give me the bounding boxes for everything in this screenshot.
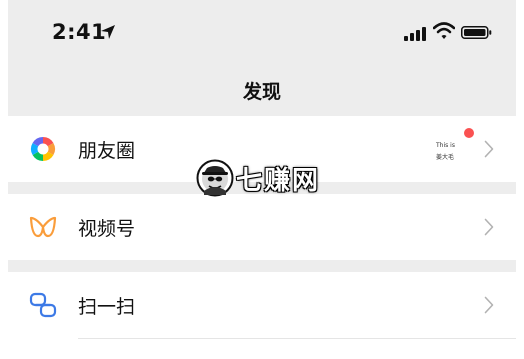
watermark-logo-icon [196, 159, 234, 197]
thumbnail-text-line2: 姜大毛 [436, 154, 455, 161]
moments-icon [30, 137, 56, 161]
location-arrow-icon [101, 25, 115, 39]
scan-row[interactable]: 扫一扫 [8, 272, 516, 338]
thumbnail-text-line1: This is [436, 142, 455, 149]
battery-icon [461, 26, 492, 39]
channels-row[interactable]: 视频号 [8, 194, 516, 260]
status-time: 2:41 [52, 20, 107, 44]
cellular-signal-icon [404, 25, 426, 41]
scan-label: 扫一扫 [78, 296, 136, 318]
status-bar: 2:41 [8, 0, 516, 70]
navigation-bar: 发现 [8, 70, 516, 116]
scan-icon [29, 292, 57, 318]
wifi-icon [433, 22, 455, 39]
channels-label: 视频号 [78, 218, 136, 240]
moments-label: 朋友圈 [78, 140, 136, 162]
watermark: 七赚网 [196, 158, 320, 198]
channels-icon [29, 216, 57, 238]
page-title: 发现 [242, 81, 281, 103]
row-divider [78, 338, 516, 339]
chevron-right-icon [484, 218, 494, 236]
watermark-text: 七赚网 [236, 165, 321, 196]
moments-thumbnail: This is 姜大毛 [428, 130, 468, 168]
chevron-right-icon [484, 140, 494, 158]
section-gap [8, 260, 516, 272]
chevron-right-icon [484, 296, 494, 314]
unread-dot-badge [464, 128, 474, 138]
